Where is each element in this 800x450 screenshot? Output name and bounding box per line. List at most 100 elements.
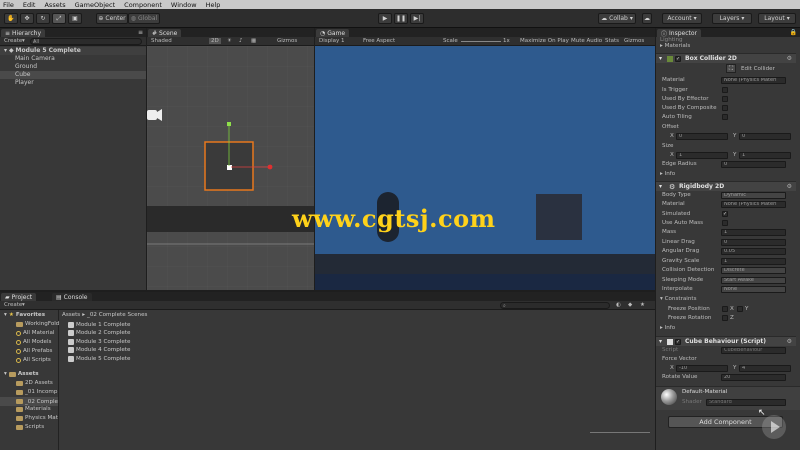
pause-button[interactable]: ❚❚: [394, 13, 408, 24]
rotate-tool-icon[interactable]: ↻: [36, 13, 50, 24]
scale-tool-icon[interactable]: ⤢: [52, 13, 66, 24]
rb-material-field[interactable]: None (Physics Materi: [721, 201, 786, 208]
scale-slider[interactable]: [461, 41, 501, 42]
favorite-item[interactable]: All Scripts: [16, 357, 51, 363]
effects-icon[interactable]: ▦: [251, 38, 256, 44]
space-toggle-button[interactable]: ◍ Global: [128, 13, 160, 24]
force-x-field[interactable]: -10: [676, 365, 728, 372]
aspect-dropdown[interactable]: Free Aspect: [363, 38, 395, 44]
bc-material-field[interactable]: None (Physics Materi: [721, 77, 786, 84]
pivot-toggle-button[interactable]: ⊕ Center: [96, 13, 128, 24]
offset-y-field[interactable]: 0: [739, 133, 791, 140]
panel-menu-icon[interactable]: ≡: [138, 29, 143, 36]
offset-x-field[interactable]: 0: [676, 133, 728, 140]
mute-audio-toggle[interactable]: Mute Audio: [571, 38, 602, 44]
box-collider-header[interactable]: ▾ ✓ Box Collider 2D ⚙: [656, 53, 796, 63]
collab-dropdown[interactable]: ☁ Collab ▾: [598, 13, 636, 24]
breadcrumb-assets[interactable]: Assets: [62, 312, 80, 318]
camera-gizmo-icon[interactable]: [147, 109, 162, 121]
project-search-input[interactable]: ⌕: [500, 302, 610, 309]
menu-window[interactable]: Window: [171, 1, 197, 9]
sleeping-mode-dropdown[interactable]: Start Awake: [721, 277, 786, 284]
favorite-item[interactable]: All Prefabs: [16, 348, 52, 354]
used-by-composite-checkbox[interactable]: [722, 105, 728, 111]
scene-file[interactable]: Module 4 Complete: [68, 347, 130, 353]
collision-detection-dropdown[interactable]: Discrete: [721, 267, 786, 274]
rb-info-foldout[interactable]: ▸ Info: [660, 325, 675, 331]
edit-collider-button[interactable]: ⛶: [726, 64, 736, 73]
scene-file[interactable]: Module 2 Complete: [68, 330, 130, 336]
light-icon[interactable]: ☀: [227, 38, 232, 44]
cube-behaviour-header[interactable]: ▾ ✓ Cube Behaviour (Script) ⚙: [656, 336, 796, 346]
x-scale-handle[interactable]: [267, 164, 273, 170]
game-gizmos-dropdown[interactable]: Gizmos: [624, 38, 644, 44]
project-create-dropdown[interactable]: Create: [4, 302, 22, 308]
interpolate-dropdown[interactable]: None: [721, 286, 786, 293]
angular-drag-field[interactable]: 0.05: [721, 248, 786, 255]
display-dropdown[interactable]: Display 1: [319, 38, 345, 44]
asset-folder-selected[interactable]: _02 Comple: [0, 397, 58, 406]
assets-header[interactable]: ▾ Assets: [4, 371, 39, 377]
scene-file[interactable]: Module 3 Complete: [68, 339, 130, 345]
hierarchy-item-selected[interactable]: Cube: [0, 71, 146, 79]
play-button[interactable]: ▶: [378, 13, 392, 24]
rect-tool-icon[interactable]: ▣: [68, 13, 82, 24]
menu-file[interactable]: File: [3, 1, 14, 9]
breadcrumb-folder[interactable]: _02 Complete Scenes: [87, 312, 147, 318]
asset-folder[interactable]: Physics Mat: [16, 415, 58, 421]
mass-field[interactable]: 1: [721, 229, 786, 236]
hierarchy-item[interactable]: Player: [0, 79, 146, 87]
lock-icon[interactable]: 🔒: [790, 29, 797, 36]
auto-tiling-checkbox[interactable]: [722, 114, 728, 120]
scene-root[interactable]: ▾ ◆ Module 5 Complete: [0, 47, 146, 55]
menu-gameobject[interactable]: GameObject: [75, 1, 116, 9]
menu-assets[interactable]: Assets: [44, 1, 65, 9]
used-by-effector-checkbox[interactable]: [722, 96, 728, 102]
scene-file[interactable]: Module 5 Complete: [68, 356, 130, 362]
settings-gear-icon[interactable]: ⚙: [787, 337, 792, 347]
favorite-star-icon[interactable]: ★: [640, 302, 645, 308]
size-y-field[interactable]: 1: [739, 152, 791, 159]
simulated-checkbox[interactable]: ✓: [722, 211, 728, 217]
asset-folder[interactable]: Scripts: [16, 424, 44, 430]
edge-radius-field[interactable]: 0: [721, 161, 786, 168]
stats-toggle[interactable]: Stats: [605, 38, 619, 44]
layout-dropdown[interactable]: Layout ▾: [758, 13, 796, 24]
tab-inspector[interactable]: ⓘ Inspector: [657, 29, 702, 38]
favorite-item[interactable]: All Material: [16, 330, 54, 336]
filter-type-icon[interactable]: ◐: [616, 302, 621, 308]
menu-help[interactable]: Help: [206, 1, 221, 9]
hierarchy-item[interactable]: Main Camera: [0, 55, 146, 63]
account-dropdown[interactable]: Account ▾: [662, 13, 702, 24]
tab-scene[interactable]: # Scene: [148, 29, 182, 37]
rigidbody-header[interactable]: ▾ ⚙ Rigidbody 2D ⚙: [656, 181, 796, 191]
scene-file[interactable]: Module 1 Complete: [68, 322, 130, 328]
video-play-overlay-icon[interactable]: [762, 415, 786, 439]
scale-handle-center[interactable]: [227, 165, 232, 170]
box-collider-enabled-checkbox[interactable]: ✓: [675, 56, 681, 62]
rotate-value-field[interactable]: 20: [721, 374, 786, 381]
mode-2d-toggle[interactable]: 2D: [209, 38, 221, 44]
menu-component[interactable]: Component: [124, 1, 162, 9]
use-auto-mass-checkbox[interactable]: [722, 220, 728, 226]
icon-size-slider[interactable]: [590, 432, 650, 433]
hierarchy-search-input[interactable]: ⌕ All: [30, 38, 142, 45]
bc-info-foldout[interactable]: ▸ Info: [660, 171, 675, 177]
is-trigger-checkbox[interactable]: [722, 87, 728, 93]
move-tool-icon[interactable]: ✥: [20, 13, 34, 24]
body-type-dropdown[interactable]: Dynamic: [721, 192, 786, 199]
asset-folder[interactable]: 2D Assets: [16, 380, 53, 386]
settings-gear-icon[interactable]: ⚙: [787, 54, 792, 64]
hierarchy-item[interactable]: Ground: [0, 63, 146, 71]
asset-folder[interactable]: _01 Incomp: [16, 389, 57, 395]
tab-hierarchy[interactable]: ≡ Hierarchy: [1, 29, 46, 37]
materials-foldout[interactable]: ▸ Materials: [660, 43, 690, 49]
cloud-services-button[interactable]: ☁: [642, 13, 652, 24]
force-y-field[interactable]: 4: [739, 365, 791, 372]
shading-dropdown[interactable]: Shaded: [151, 38, 172, 44]
favorites-header[interactable]: ▾ ★ Favorites: [4, 312, 45, 318]
favorite-item[interactable]: WorkingFold: [16, 321, 59, 327]
favorite-item[interactable]: All Models: [16, 339, 51, 345]
settings-gear-icon[interactable]: ⚙: [787, 182, 792, 192]
gravity-scale-field[interactable]: 1: [721, 258, 786, 265]
